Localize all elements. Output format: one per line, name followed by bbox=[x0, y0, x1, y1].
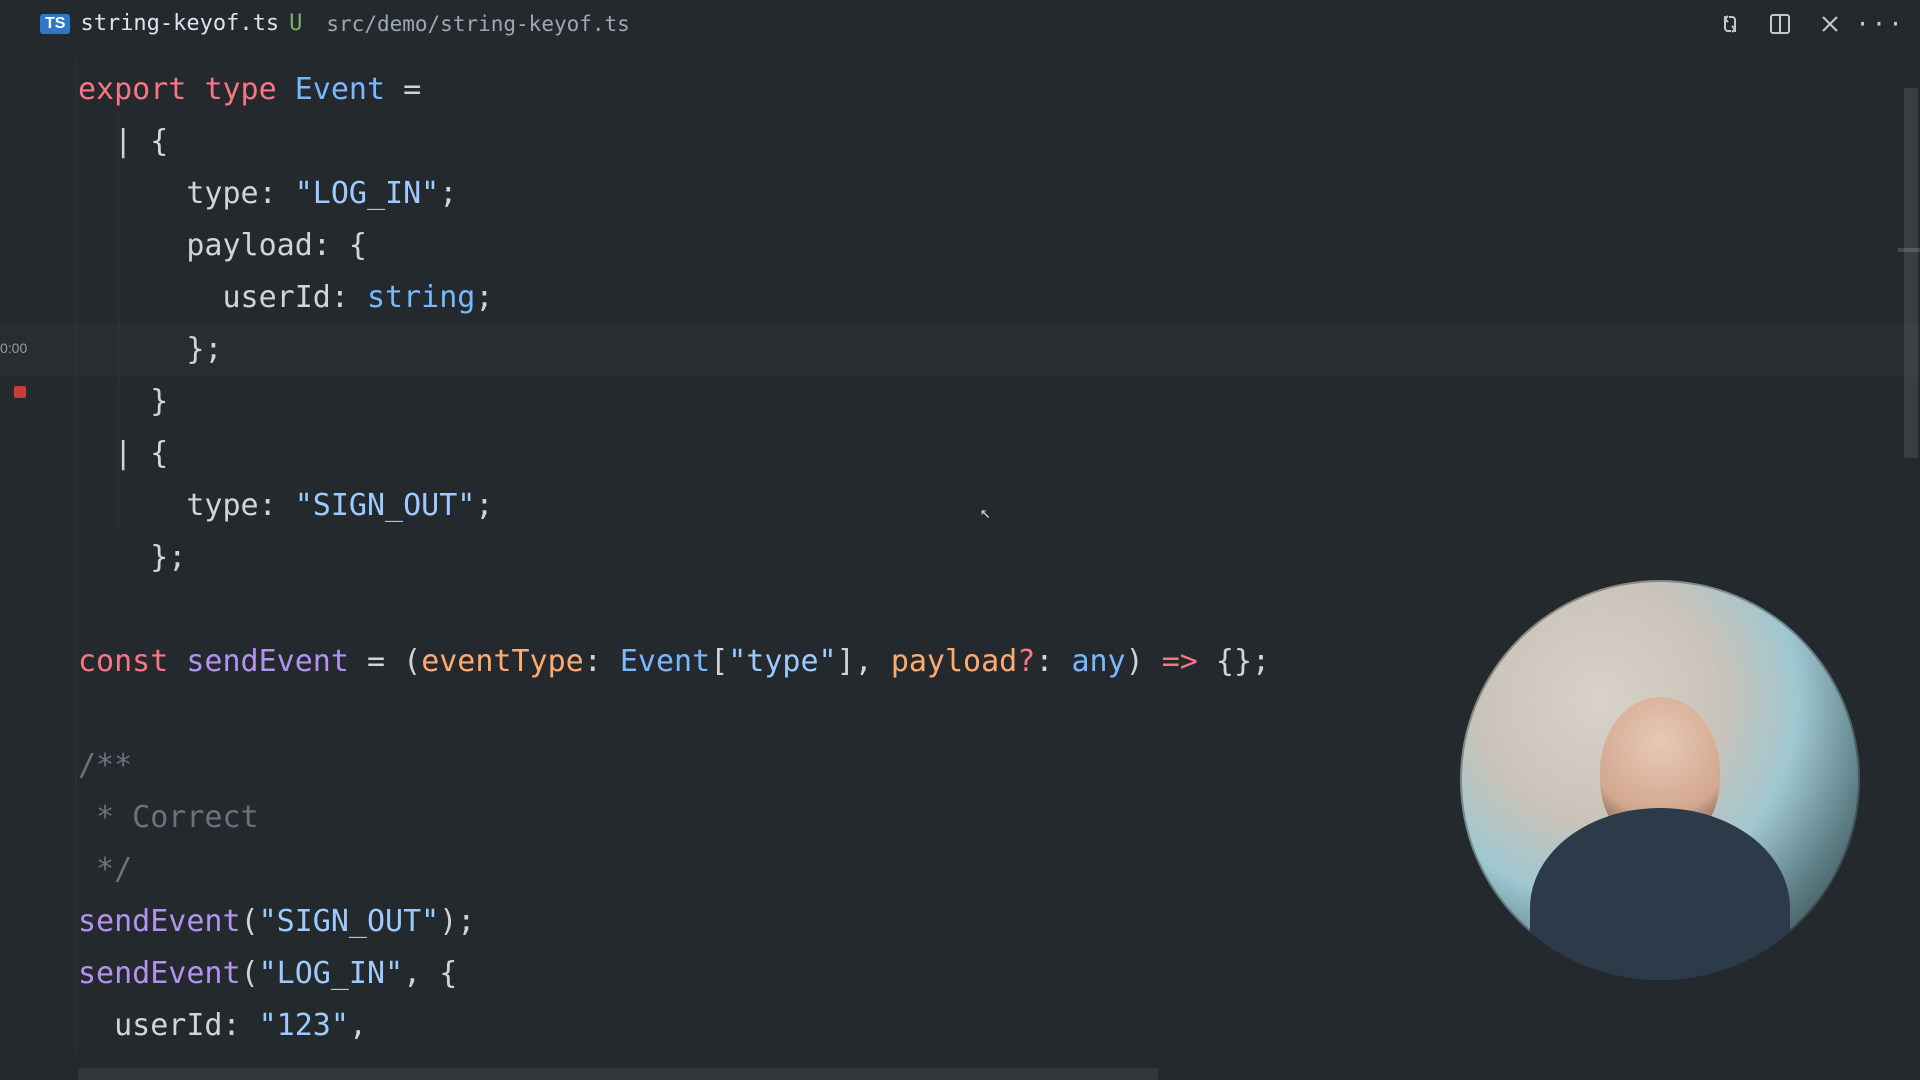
tab-bar: TS string-keyof.ts U src/demo/string-key… bbox=[0, 0, 1920, 48]
more-actions-icon[interactable]: ··· bbox=[1868, 12, 1892, 36]
typescript-badge-icon: TS bbox=[40, 14, 70, 34]
code-line: } bbox=[0, 376, 1920, 428]
close-icon[interactable] bbox=[1818, 12, 1842, 36]
webcam-overlay bbox=[1460, 580, 1860, 980]
code-line: | { bbox=[0, 428, 1920, 480]
tab-filename: string-keyof.ts bbox=[80, 11, 279, 36]
git-status-indicator: U bbox=[289, 11, 302, 36]
minimap-marker bbox=[1898, 248, 1920, 252]
breadcrumb[interactable]: src/demo/string-keyof.ts bbox=[326, 12, 629, 36]
horizontal-scrollbar[interactable] bbox=[78, 1068, 1158, 1080]
code-line: userId: "123", bbox=[0, 1000, 1920, 1052]
editor-actions: ··· bbox=[1718, 12, 1920, 36]
mouse-cursor-icon: ↖ bbox=[980, 502, 991, 523]
code-line: type: "SIGN_OUT"; bbox=[0, 480, 1920, 532]
code-line: | { bbox=[0, 116, 1920, 168]
editor-tab[interactable]: TS string-keyof.ts U bbox=[30, 0, 312, 47]
code-line: type: "LOG_IN"; bbox=[0, 168, 1920, 220]
code-line: export type Event = bbox=[0, 64, 1920, 116]
code-line: }; bbox=[0, 532, 1920, 584]
code-line: userId: string; bbox=[0, 272, 1920, 324]
scrollbar-thumb[interactable] bbox=[1904, 88, 1918, 458]
split-editor-icon[interactable] bbox=[1768, 12, 1792, 36]
compare-changes-icon[interactable] bbox=[1718, 12, 1742, 36]
code-line-active: }; bbox=[0, 324, 1920, 376]
vertical-scrollbar[interactable] bbox=[1902, 48, 1920, 1080]
code-line: payload: { bbox=[0, 220, 1920, 272]
